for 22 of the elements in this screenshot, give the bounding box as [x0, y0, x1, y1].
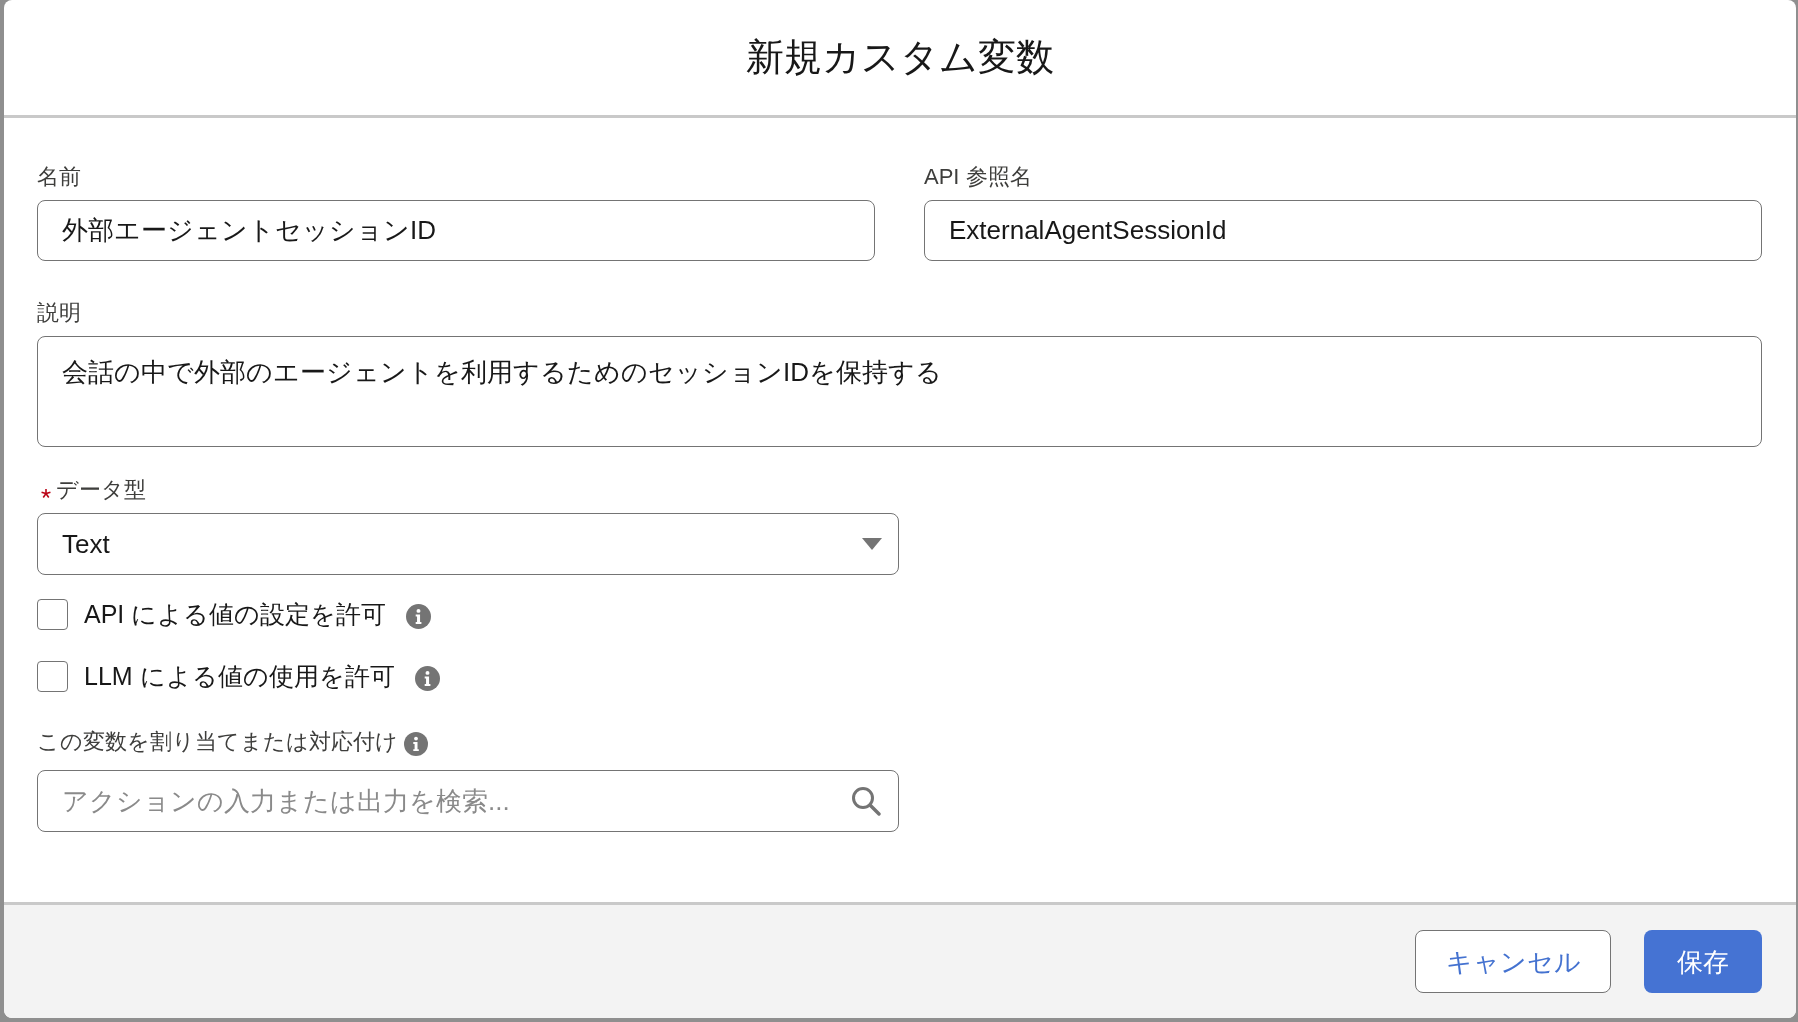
checkbox-label: LLM による値の使用を許可 — [84, 661, 395, 692]
save-button[interactable]: 保存 — [1644, 930, 1762, 993]
info-icon — [404, 732, 428, 756]
description-field[interactable]: 会話の中で外部のエージェントを利用するためのセッションIDを保持する — [37, 336, 1762, 447]
caret-icon — [862, 538, 882, 550]
search-field[interactable]: アクションの入力または出力を検索... — [37, 770, 899, 832]
text-field[interactable]: ExternalAgentSessionId — [924, 200, 1762, 261]
field-label: この変数を割り当てまたは対応付け — [37, 728, 398, 756]
cancel-button[interactable]: キャンセル — [1415, 930, 1611, 993]
data-type-select[interactable]: Text — [37, 513, 899, 575]
field-label: 説明 — [37, 299, 81, 327]
checkbox-label: API による値の設定を許可 — [84, 599, 387, 630]
field-label: データ型 — [56, 476, 146, 504]
info-icon — [406, 603, 432, 629]
checkbox[interactable] — [37, 660, 68, 692]
field-label: 名前 — [37, 163, 81, 191]
search-icon — [851, 786, 881, 816]
checkbox[interactable] — [37, 598, 68, 630]
field-label: API 参照名 — [924, 163, 1032, 191]
text-field[interactable]: 外部エージェントセッションID — [37, 200, 875, 261]
info-icon — [414, 665, 440, 691]
dialog-title: 新規カスタム変数 — [746, 34, 1054, 80]
